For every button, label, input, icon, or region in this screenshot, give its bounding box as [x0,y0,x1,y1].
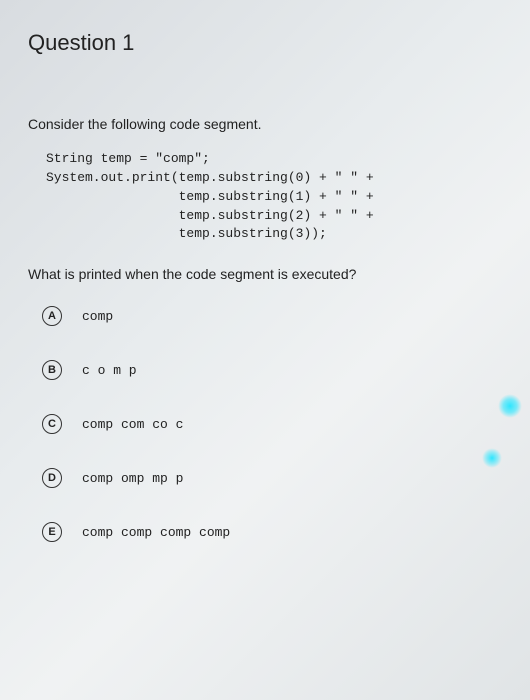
option-letter-e: E [42,522,62,542]
option-letter-c: C [42,414,62,434]
option-letter-b: B [42,360,62,380]
question-prompt: Consider the following code segment. [28,116,502,132]
option-text-d: comp omp mp p [82,471,183,486]
question-subprompt: What is printed when the code segment is… [28,266,502,282]
option-letter-d: D [42,468,62,488]
option-text-a: comp [82,309,113,324]
question-title: Question 1 [28,30,502,56]
option-text-c: comp com co c [82,417,183,432]
screen-glare [498,394,522,418]
answer-option[interactable]: D comp omp mp p [42,468,502,488]
answer-option[interactable]: B c o m p [42,360,502,380]
answer-option[interactable]: E comp comp comp comp [42,522,502,542]
answer-option[interactable]: C comp com co c [42,414,502,434]
code-segment: String temp = "comp"; System.out.print(t… [46,150,502,244]
answer-option[interactable]: A comp [42,306,502,326]
option-letter-a: A [42,306,62,326]
answer-options: A comp B c o m p C comp com co c D comp … [42,306,502,542]
option-text-b: c o m p [82,363,137,378]
screen-glare [482,448,502,468]
option-text-e: comp comp comp comp [82,525,230,540]
